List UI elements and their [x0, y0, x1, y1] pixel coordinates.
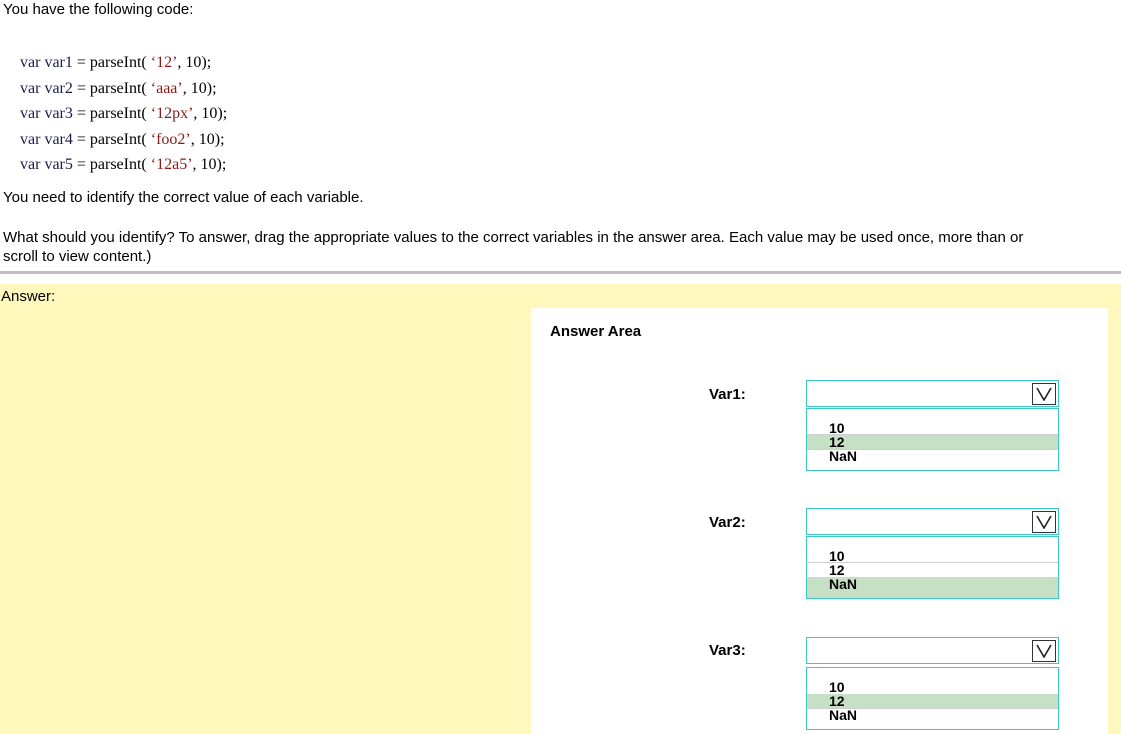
var2-label: Var2:	[709, 514, 746, 531]
instructions-text: What should you identify? To answer, dra…	[3, 228, 1023, 266]
var1-options: 10 12 NaN	[806, 408, 1059, 471]
code-block: var var1 = parseInt( ‘12’, 10); var var2…	[20, 50, 227, 178]
chevron-down-icon[interactable]	[1032, 383, 1056, 405]
answer-area-title: Answer Area	[550, 323, 642, 340]
var2-options: 10 12 NaN	[806, 536, 1059, 599]
var3-label: Var3:	[709, 642, 746, 659]
var1-dropdown[interactable]	[806, 380, 1059, 407]
var3-dropdown[interactable]	[806, 637, 1059, 664]
chevron-down-icon[interactable]	[1032, 511, 1056, 533]
var1-option-10[interactable]: 10	[807, 421, 1058, 435]
var1-option-nan[interactable]: NaN	[807, 449, 1058, 463]
var1-label: Var1:	[709, 386, 746, 403]
var2-option-nan[interactable]: NaN	[807, 577, 1058, 598]
var2-option-12[interactable]: 12	[807, 563, 1058, 577]
var3-option-10[interactable]: 10	[807, 680, 1058, 694]
divider	[0, 271, 1121, 274]
need-text: You need to identify the correct value o…	[3, 189, 364, 206]
var2-dropdown[interactable]	[806, 508, 1059, 535]
code-line-5: var var5 = parseInt( ‘12a5’, 10);	[20, 156, 227, 173]
code-line-4: var var4 = parseInt( ‘foo2’, 10);	[20, 130, 225, 148]
chevron-down-icon[interactable]	[1032, 640, 1056, 662]
answer-label: Answer:	[1, 288, 56, 305]
var2-option-10[interactable]: 10	[807, 549, 1058, 563]
instructions-line-1: What should you identify? To answer, dra…	[3, 229, 1024, 246]
var1-option-12[interactable]: 12	[807, 435, 1058, 449]
var3-option-nan[interactable]: NaN	[807, 708, 1058, 722]
var3-options: 10 12 NaN	[806, 667, 1059, 730]
var3-option-12[interactable]: 12	[807, 694, 1058, 708]
instructions-line-2: scroll to view content.)	[3, 248, 152, 265]
intro-text: You have the following code:	[3, 1, 194, 18]
code-line-3: var var3 = parseInt( ‘12px’, 10);	[20, 105, 228, 122]
code-line-1: var var1 = parseInt( ‘12’, 10);	[20, 54, 212, 71]
code-line-2: var var2 = parseInt( ‘aaa’, 10);	[20, 79, 217, 97]
